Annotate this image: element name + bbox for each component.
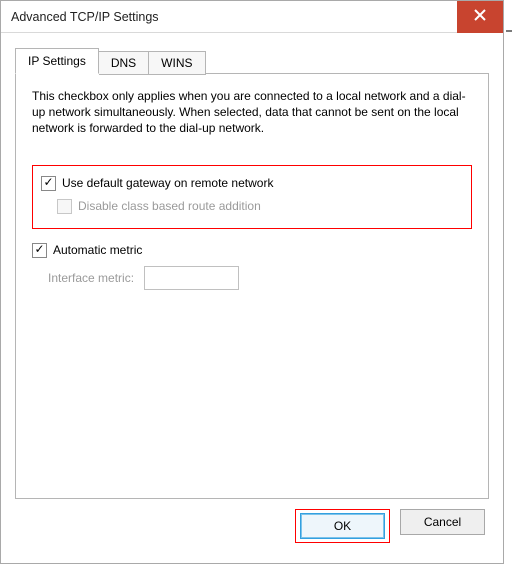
- automatic-metric-label: Automatic metric: [53, 243, 142, 257]
- gateway-group-highlight: Use default gateway on remote network Di…: [32, 165, 472, 229]
- interface-metric-label: Interface metric:: [48, 271, 134, 285]
- use-default-gateway-checkbox[interactable]: [41, 176, 56, 191]
- edge-mark: [506, 30, 512, 32]
- disable-class-route-checkbox: [57, 199, 72, 214]
- button-label: OK: [334, 519, 351, 533]
- description-text: This checkbox only applies when you are …: [32, 88, 472, 137]
- automatic-metric-checkbox[interactable]: [32, 243, 47, 258]
- metric-group: Automatic metric Interface metric:: [32, 243, 472, 290]
- tab-panel-ip-settings: This checkbox only applies when you are …: [15, 73, 489, 499]
- disable-class-route-label: Disable class based route addition: [78, 199, 261, 213]
- close-icon: [474, 8, 486, 25]
- ok-button[interactable]: OK: [300, 513, 385, 539]
- tab-label: IP Settings: [28, 54, 86, 68]
- ok-button-highlight: OK: [295, 509, 390, 543]
- interface-metric-input: [144, 266, 239, 290]
- close-button[interactable]: [457, 1, 503, 33]
- advanced-tcpip-window: Advanced TCP/IP Settings IP Settings DNS…: [0, 0, 504, 564]
- gateway-group: Use default gateway on remote network Di…: [39, 172, 465, 220]
- dialog-buttons: OK Cancel: [15, 499, 489, 553]
- tab-label: WINS: [161, 56, 192, 70]
- titlebar: Advanced TCP/IP Settings: [1, 1, 503, 33]
- button-label: Cancel: [424, 515, 461, 529]
- use-default-gateway-label: Use default gateway on remote network: [62, 176, 273, 190]
- tab-wins[interactable]: WINS: [149, 51, 205, 75]
- interface-metric-row: Interface metric:: [48, 266, 472, 290]
- client-area: IP Settings DNS WINS This checkbox only …: [1, 33, 503, 563]
- use-default-gateway-row: Use default gateway on remote network: [41, 176, 463, 191]
- cancel-button[interactable]: Cancel: [400, 509, 485, 535]
- tab-dns[interactable]: DNS: [99, 51, 149, 75]
- automatic-metric-row: Automatic metric: [32, 243, 472, 258]
- window-title: Advanced TCP/IP Settings: [1, 10, 159, 24]
- disable-class-route-row: Disable class based route addition: [57, 199, 463, 214]
- tab-ip-settings[interactable]: IP Settings: [15, 48, 99, 74]
- tab-label: DNS: [111, 56, 136, 70]
- tabstrip: IP Settings DNS WINS: [15, 47, 489, 73]
